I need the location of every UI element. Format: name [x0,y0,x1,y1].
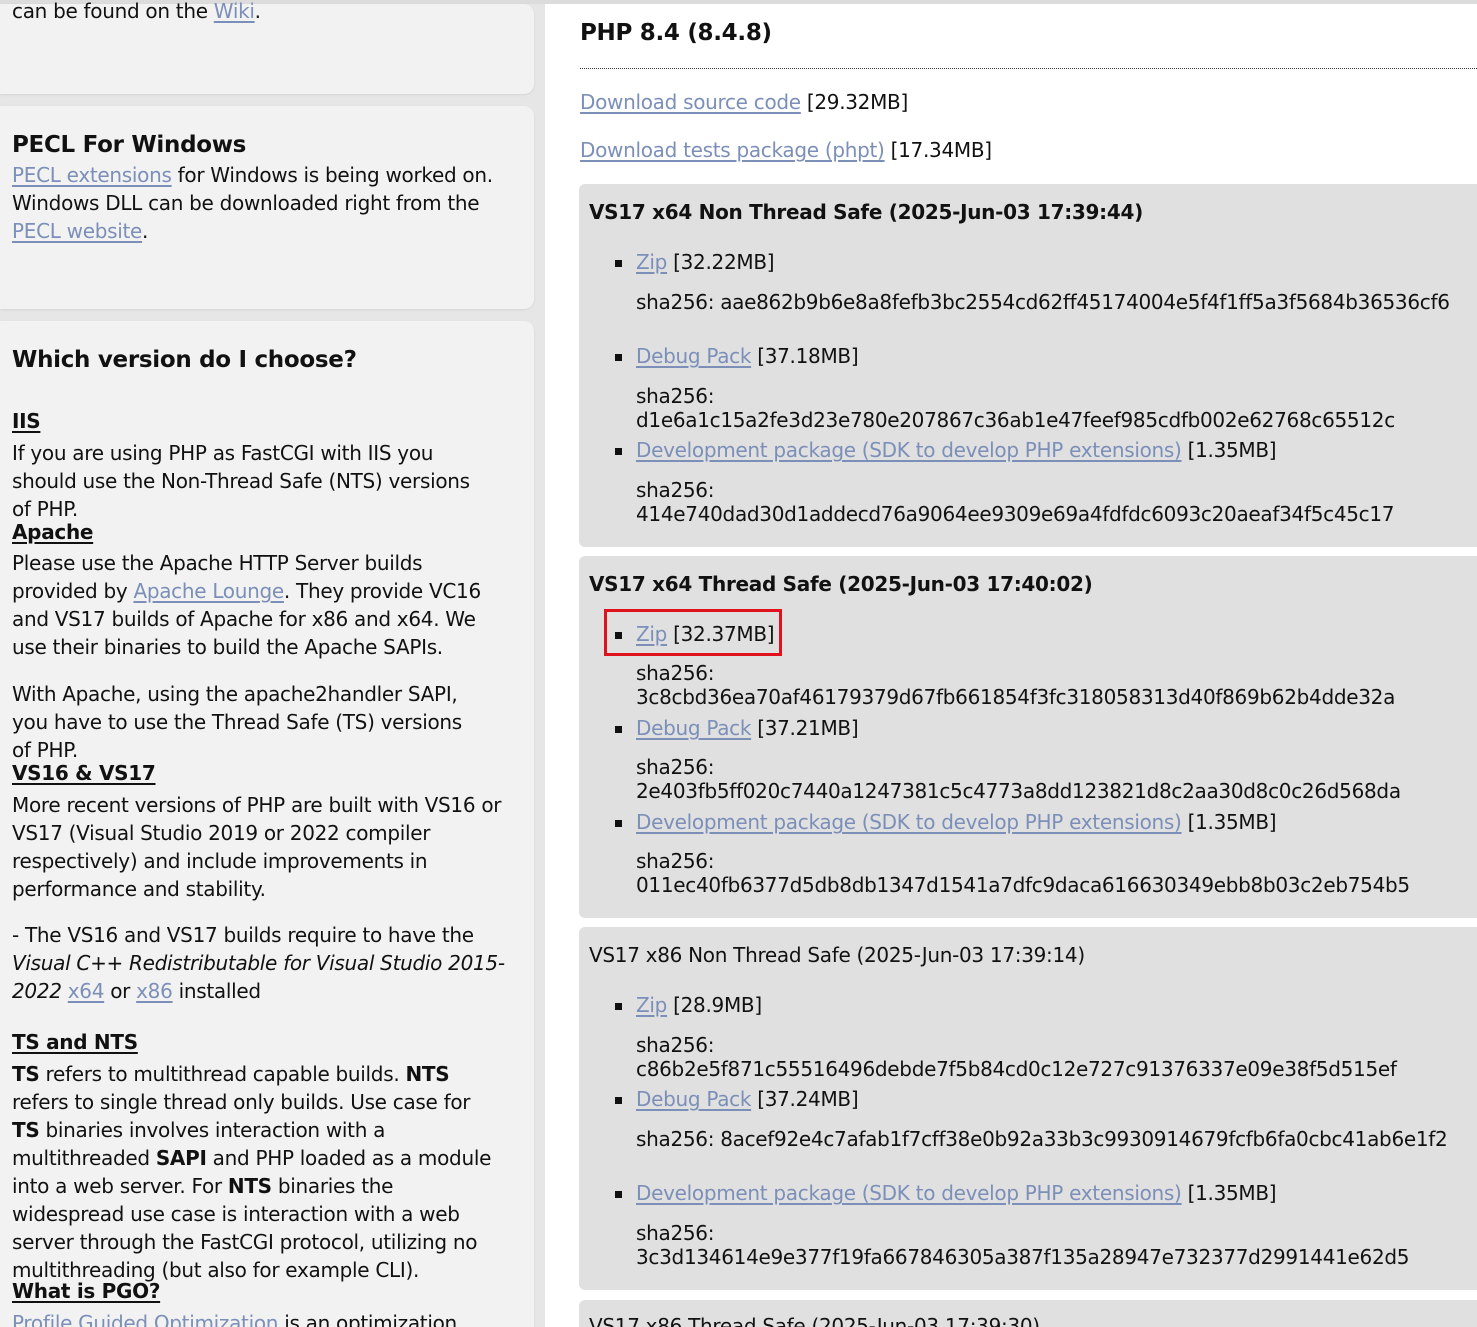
pecl-website-link[interactable]: PECL website [12,219,142,243]
bullet [615,1191,622,1198]
ts-bold-4: SAPI [155,1146,207,1170]
list-item: Development package (SDK to develop PHP … [615,438,1277,462]
main-content: PHP 8.4 (8.4.8) Download source code [29… [545,0,1477,1327]
list-item: Zip [32.22MB] [615,250,775,274]
vs-req-suffix: installed [172,979,261,1003]
title-divider [580,68,1477,69]
list-item: Development package (SDK to develop PHP … [615,810,1277,834]
apache-heading: Apache [12,520,94,544]
apache-text-3: With Apache, using the apache2handler SA… [12,682,462,762]
highlight-box [604,609,782,656]
wiki-panel: can be found on the Wiki. [0,0,534,94]
sha256-text: sha256: 2e403fb5ff020c7440a1247381c5c477… [636,755,1401,803]
choose-panel: Which version do I choose? IIS If you ar… [0,321,534,1327]
ts-bold-3: TS [12,1118,40,1142]
file-size: [1.35MB] [1181,810,1277,834]
list-item: Debug Pack [37.21MB] [615,716,859,740]
source-download: Download source code [29.32MB] [580,90,908,114]
bullet [615,726,622,733]
ts-text-2: refers to single thread only builds. Use… [12,1090,471,1114]
x86-link[interactable]: x86 [136,979,173,1003]
ts-heading: TS and NTS [12,1030,138,1054]
dev-package-link[interactable]: Development package (SDK to develop PHP … [636,438,1182,462]
iis-heading: IIS [12,409,41,433]
debug-pack-link[interactable]: Debug Pack [636,716,751,740]
ts-text-1: refers to multithread capable builds. [39,1062,406,1086]
build-title: VS17 x64 Thread Safe (2025-Jun-03 17:40:… [589,572,1093,596]
build-vs17-x86-ts: VS17 x86 Thread Safe (2025-Jun-03 17:39:… [579,1300,1477,1327]
wiki-suffix: . [254,0,261,23]
file-size: [1.35MB] [1181,1181,1277,1205]
wiki-link[interactable]: Wiki [214,0,255,23]
sha256-text: sha256: 011ec40fb6377d5db8db1347d1541a7d… [636,849,1410,897]
bullet [615,1003,622,1010]
vs-req-prefix: - The VS16 and VS17 builds require to ha… [12,923,474,947]
x64-link[interactable]: x64 [68,979,105,1003]
zip-link[interactable]: Zip [636,993,667,1017]
page-title: PHP 8.4 (8.4.8) [580,20,772,46]
bullet [615,260,622,267]
sha256-text: sha256: aae862b9b6e8a8fefb3bc2554cd62ff4… [636,290,1450,314]
list-item: Debug Pack [37.24MB] [615,1087,859,1111]
sha256-text: sha256: 8acef92e4c7afab1f7cff38e0b92a33b… [636,1127,1448,1151]
sidebar: can be found on the Wiki. PECL For Windo… [0,0,545,1327]
pecl-panel: PECL For Windows PECL extensions for Win… [0,106,534,309]
bullet [615,448,622,455]
debug-pack-link[interactable]: Debug Pack [636,1087,751,1111]
pecl-title: PECL For Windows [12,132,247,158]
sha256-text: sha256: c86b2e5f871c55516496debde7f5b84c… [636,1033,1397,1081]
pgo-text: Profile Guided Optimization is an optimi… [12,1309,512,1327]
ts-bold-1: TS [12,1062,40,1086]
ts-text: TS refers to multithread capable builds.… [12,1060,502,1284]
pecl-text-2: . [142,219,149,243]
wiki-prefix: can be found on the [12,0,214,23]
list-item: Zip [28.9MB] [615,993,762,1017]
list-item: Development package (SDK to develop PHP … [615,1181,1277,1205]
build-title: VS17 x64 Non Thread Safe (2025-Jun-03 17… [589,200,1143,224]
file-size: [37.24MB] [751,1087,859,1111]
download-tests-link[interactable]: Download tests package (phpt) [580,138,885,162]
sha256-text: sha256: 414e740dad30d1addecd76a9064ee930… [636,478,1395,526]
build-title: VS17 x86 Non Thread Safe (2025-Jun-03 17… [589,943,1085,967]
pecl-text: PECL extensions for Windows is being wor… [12,161,502,245]
sha256-text: sha256: 3c3d134614e9e377f19fa667846305a3… [636,1221,1410,1269]
file-size: [37.21MB] [751,716,859,740]
source-size: [29.32MB] [800,90,908,114]
tests-size: [17.34MB] [884,138,992,162]
file-size: [32.22MB] [667,250,775,274]
bullet [615,1097,622,1104]
apache-lounge-link[interactable]: Apache Lounge [133,579,284,603]
sha256-text: sha256: d1e6a1c15a2fe3d23e780e207867c36a… [636,384,1395,432]
file-size: [1.35MB] [1181,438,1277,462]
vs-req-or: or [104,979,137,1003]
ts-bold-5: NTS [227,1174,272,1198]
bullet [615,820,622,827]
vs-text: More recent versions of PHP are built wi… [12,793,502,901]
build-vs17-x64-nts: VS17 x64 Non Thread Safe (2025-Jun-03 17… [579,184,1477,547]
pgo-link[interactable]: Profile Guided Optimization [12,1311,278,1327]
file-size: [37.18MB] [751,344,859,368]
iis-text: If you are using PHP as FastCGI with IIS… [12,441,470,521]
zip-link[interactable]: Zip [636,250,667,274]
apache-text: Please use the Apache HTTP Server builds… [12,549,507,661]
list-item: Debug Pack [37.18MB] [615,344,859,368]
download-source-link[interactable]: Download source code [580,90,801,114]
pgo-heading: What is PGO? [12,1279,161,1303]
bullet [615,354,622,361]
debug-pack-link[interactable]: Debug Pack [636,344,751,368]
dev-package-link[interactable]: Development package (SDK to develop PHP … [636,810,1182,834]
file-size: [28.9MB] [667,993,762,1017]
dev-package-link[interactable]: Development package (SDK to develop PHP … [636,1181,1182,1205]
ts-bold-2: NTS [405,1062,450,1086]
build-vs17-x86-nts: VS17 x86 Non Thread Safe (2025-Jun-03 17… [579,927,1477,1290]
tests-download: Download tests package (phpt) [17.34MB] [580,138,992,162]
vs-requirement: - The VS16 and VS17 builds require to ha… [12,921,507,1005]
build-title: VS17 x86 Thread Safe (2025-Jun-03 17:39:… [589,1314,1040,1327]
pecl-extensions-link[interactable]: PECL extensions [12,163,172,187]
wiki-text: can be found on the Wiki. [12,0,512,25]
vs-heading: VS16 & VS17 [12,761,156,785]
sha256-text: sha256: 3c8cbd36ea70af46179379d67fb66185… [636,661,1396,709]
choose-title: Which version do I choose? [12,347,357,373]
